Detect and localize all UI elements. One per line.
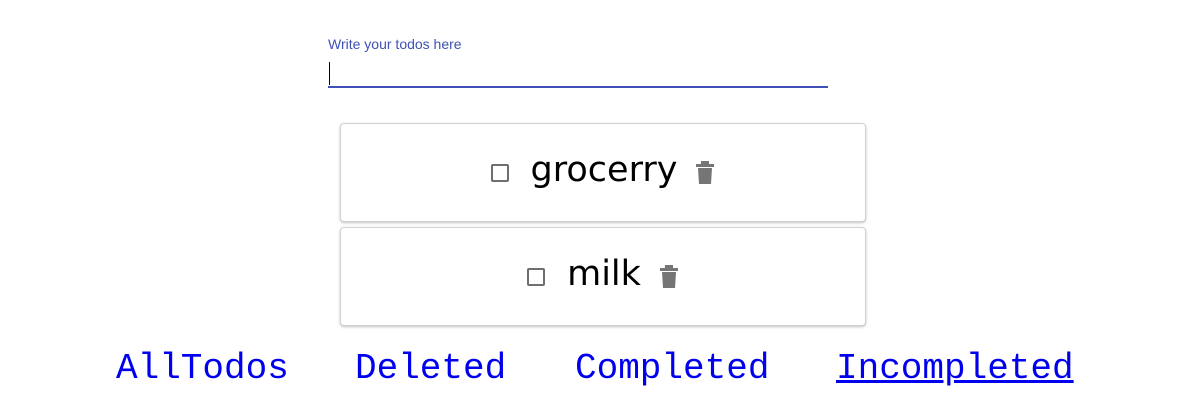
todo-item: milk — [340, 227, 866, 326]
filter-incompleted[interactable]: Incompleted — [836, 348, 1074, 389]
todo-checkbox[interactable] — [527, 267, 546, 286]
todo-app: Write your todos here grocerry milk AllT… — [0, 0, 1188, 413]
todo-checkbox[interactable] — [490, 163, 509, 182]
filter-links: AllTodos Deleted Completed Incompleted — [0, 348, 1188, 392]
text-caret — [329, 62, 330, 85]
todo-input-field: Write your todos here — [328, 34, 828, 92]
todo-text: milk — [567, 254, 641, 294]
filter-all-todos[interactable]: AllTodos — [116, 348, 289, 389]
filter-completed[interactable]: Completed — [575, 348, 769, 389]
todo-input[interactable] — [328, 60, 828, 88]
todo-text: grocerry — [530, 150, 678, 190]
todo-input-label: Write your todos here — [328, 36, 462, 52]
todo-list: grocerry milk — [340, 123, 866, 331]
trash-icon[interactable] — [659, 264, 679, 289]
trash-icon[interactable] — [695, 160, 715, 185]
todo-item: grocerry — [340, 123, 866, 222]
filter-deleted[interactable]: Deleted — [355, 348, 506, 389]
